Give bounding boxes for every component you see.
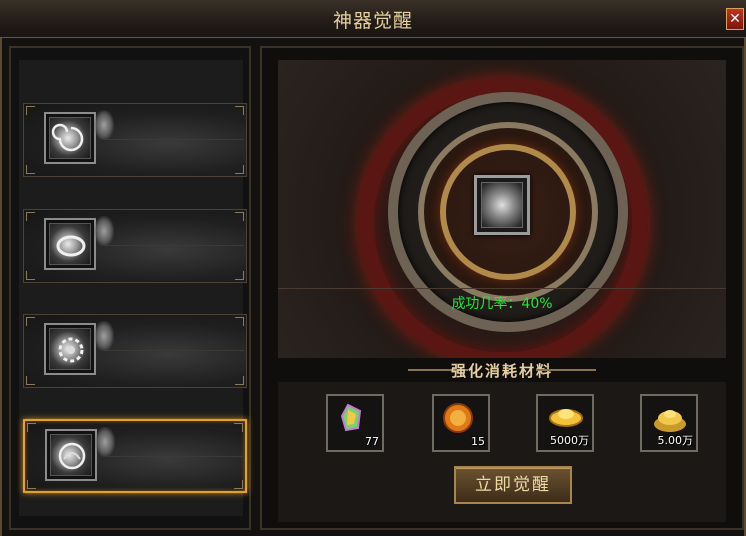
success-rate: 成功几率：40%	[451, 296, 553, 312]
material-count: 5.00万	[657, 434, 694, 447]
title-bar: 神器觉醒 ✕	[0, 0, 746, 38]
wing-decoration	[94, 321, 114, 351]
window-title: 神器觉醒	[332, 10, 413, 32]
silver-bell-artifact-icon	[49, 223, 91, 265]
gold-coin-pile-icon	[648, 402, 690, 434]
silver-gear-artifact-icon	[49, 328, 91, 370]
target-artifact-slot[interactable]	[474, 175, 530, 235]
close-button[interactable]: ✕	[726, 8, 744, 30]
awaken-now-button[interactable]: 立即觉醒	[454, 466, 572, 504]
rainbow-crystal-icon	[334, 402, 376, 434]
wing-decoration	[95, 427, 115, 457]
materials-area: 77 15 5000万 5.00万 立即觉醒	[278, 382, 726, 522]
material-count: 77	[365, 435, 379, 448]
artifact-slot	[45, 429, 97, 481]
artifact-item-3[interactable]	[23, 314, 247, 388]
ornament-right	[536, 369, 596, 371]
artifact-item-2[interactable]	[23, 209, 247, 283]
artifact-slot	[44, 218, 96, 270]
materials-title: 强化消耗材料	[450, 362, 553, 380]
silver-spiral-artifact-icon	[49, 117, 91, 159]
artifact-slot	[44, 112, 96, 164]
wing-decoration	[94, 110, 114, 140]
material-count: 5000万	[550, 434, 589, 447]
divider	[278, 288, 726, 289]
artifact-list-panel	[9, 46, 251, 530]
material-slot-3[interactable]: 5000万	[536, 394, 594, 452]
wing-decoration	[94, 216, 114, 246]
material-slot-1[interactable]: 77	[326, 394, 384, 452]
materials-header: 强化消耗材料	[278, 358, 726, 382]
silver-orb-artifact-icon	[50, 434, 92, 476]
gold-ingot-icon	[544, 402, 586, 434]
artifact-item-1[interactable]	[23, 103, 247, 177]
window-frame: 成功几率：40% 强化消耗材料 77 15 5000万 5.00万 立即觉醒	[0, 38, 746, 536]
awaken-altar: 成功几率：40%	[278, 60, 726, 358]
material-slot-2[interactable]: 15	[432, 394, 490, 452]
silver-artifact-icon	[481, 182, 523, 228]
artifact-slot	[44, 323, 96, 375]
awaken-panel: 成功几率：40% 强化消耗材料 77 15 5000万 5.00万 立即觉醒	[260, 46, 744, 530]
artifact-item-4[interactable]	[23, 419, 247, 493]
material-count: 15	[471, 435, 485, 448]
golden-orb-icon	[440, 402, 482, 434]
material-slot-4[interactable]: 5.00万	[640, 394, 698, 452]
